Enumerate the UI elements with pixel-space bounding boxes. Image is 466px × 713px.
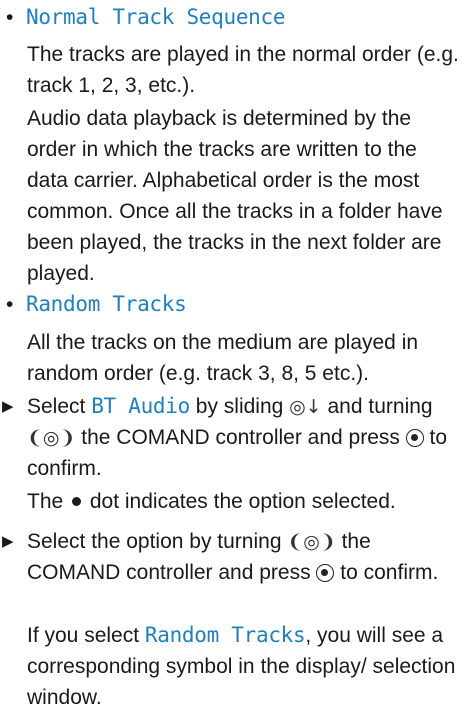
slide-down-controller-icon: ◎↓ bbox=[289, 396, 322, 418]
press-controller-icon bbox=[405, 429, 424, 447]
paragraph-random-order: All the tracks on the medium are played … bbox=[27, 331, 419, 385]
triangle-right-icon: ▶ bbox=[2, 533, 14, 550]
option-label-random-tracks-inline: Random Tracks bbox=[144, 623, 306, 647]
triangle-right-icon: ▶ bbox=[2, 398, 14, 415]
option-label-normal-track-sequence: Normal Track Sequence bbox=[26, 5, 286, 29]
selected-dot-icon bbox=[72, 497, 82, 506]
bullet-dot: • bbox=[6, 6, 14, 29]
paragraph-normal-order: The tracks are played in the normal orde… bbox=[27, 43, 459, 97]
paragraph-playback-order: Audio data playback is determined by the… bbox=[27, 107, 443, 285]
turn-controller-icon: ❨◎❩ bbox=[27, 427, 76, 449]
press-controller-icon bbox=[316, 564, 335, 582]
option-label-bt-audio: BT Audio bbox=[91, 394, 190, 418]
manual-page: • Normal Track Sequence The tracks are pl… bbox=[0, 0, 466, 709]
step-2-text: Select the option by turning ❨◎❩ the COM… bbox=[27, 530, 439, 584]
step-1-text: Select BT Audio by sliding ◎↓ and turnin… bbox=[27, 394, 448, 480]
bullet-heading-random-tracks: • Random Tracks bbox=[6, 289, 187, 320]
option-label-random-tracks: Random Tracks bbox=[26, 292, 187, 316]
turn-controller-icon: ❨◎❩ bbox=[287, 531, 336, 553]
bullet-dot: • bbox=[6, 293, 14, 316]
bullet-heading-normal-track-sequence: • Normal Track Sequence bbox=[6, 2, 286, 33]
step-2-note: If you select Random Tracks, you will se… bbox=[27, 623, 456, 709]
step-1-note: The dot indicates the option selected. bbox=[27, 490, 396, 513]
